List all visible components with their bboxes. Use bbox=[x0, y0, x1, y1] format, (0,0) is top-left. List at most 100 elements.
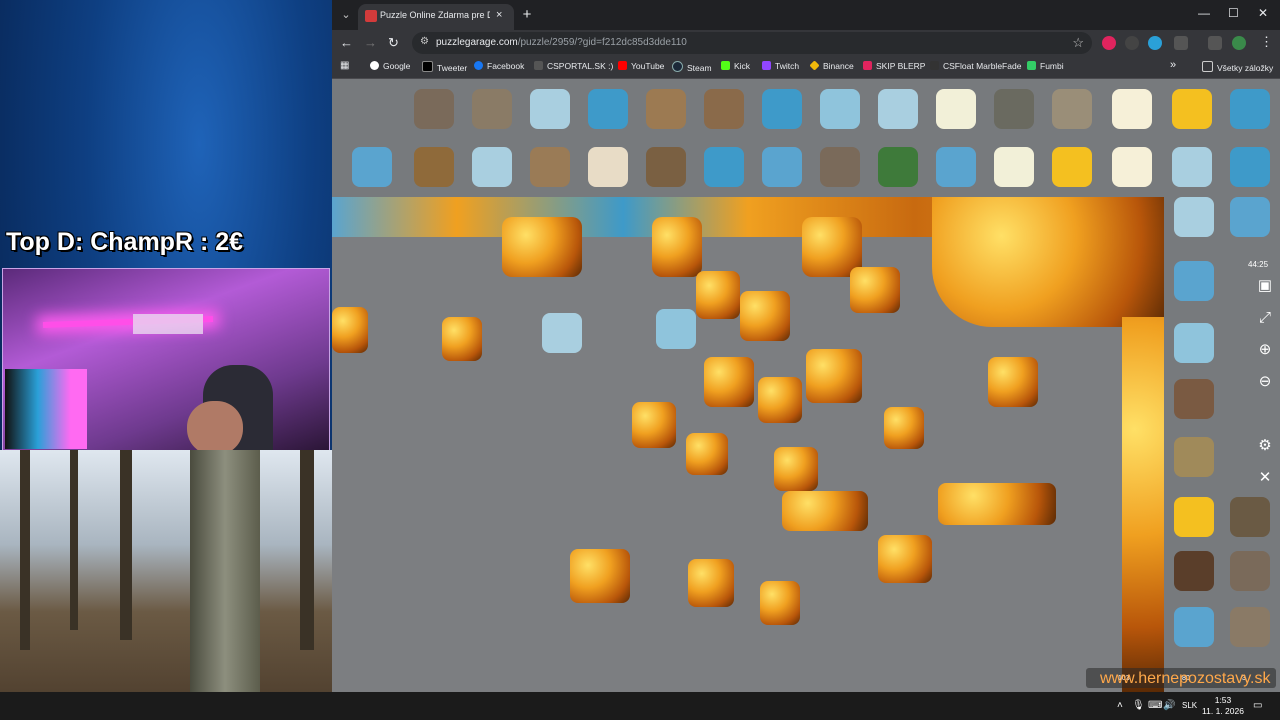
puzzle-piece[interactable] bbox=[414, 89, 454, 129]
all-bookmarks-button[interactable]: Všetky záložky bbox=[1202, 61, 1273, 73]
puzzle-piece[interactable] bbox=[646, 147, 686, 187]
puzzle-piece[interactable] bbox=[1174, 261, 1214, 301]
forward-button[interactable]: → bbox=[364, 35, 377, 50]
puzzle-piece[interactable] bbox=[1230, 147, 1270, 187]
puzzle-piece[interactable] bbox=[632, 402, 676, 448]
bookmark-facebook[interactable]: Facebook bbox=[474, 61, 524, 71]
puzzle-piece[interactable] bbox=[1230, 89, 1270, 129]
close-window-button[interactable]: ✕ bbox=[1258, 6, 1268, 20]
puzzle-piece[interactable] bbox=[878, 147, 918, 187]
bookmark-tweeter[interactable]: Tweeter bbox=[422, 61, 467, 73]
address-bar[interactable]: ⚙ puzzlegarage.com/puzzle/2959/?gid=f212… bbox=[412, 32, 1092, 54]
puzzle-piece[interactable] bbox=[530, 147, 570, 187]
puzzle-piece[interactable] bbox=[646, 89, 686, 129]
puzzle-piece[interactable] bbox=[740, 291, 790, 341]
puzzle-piece[interactable] bbox=[530, 89, 570, 129]
puzzle-piece[interactable] bbox=[686, 433, 728, 475]
puzzle-piece[interactable] bbox=[820, 89, 860, 129]
browser-menu-icon[interactable]: ⋮ bbox=[1260, 34, 1273, 50]
puzzle-piece[interactable] bbox=[588, 89, 628, 129]
bookmark-csportal[interactable]: CSPORTAL.SK :) bbox=[534, 61, 613, 71]
puzzle-piece[interactable] bbox=[1230, 497, 1270, 537]
zoom-in-icon[interactable]: ⊕ bbox=[1254, 339, 1276, 361]
profile-avatar[interactable] bbox=[1232, 36, 1246, 50]
settings-icon[interactable]: ⚙ bbox=[1254, 435, 1276, 457]
minimize-button[interactable]: — bbox=[1198, 6, 1210, 20]
puzzle-piece[interactable] bbox=[936, 89, 976, 129]
puzzle-piece[interactable] bbox=[1230, 551, 1270, 591]
puzzle-piece[interactable] bbox=[782, 491, 868, 531]
puzzle-piece[interactable] bbox=[442, 317, 482, 361]
bookmark-binance[interactable]: Binance bbox=[809, 60, 854, 71]
puzzle-piece[interactable] bbox=[704, 89, 744, 129]
puzzle-piece[interactable] bbox=[352, 147, 392, 187]
network-icon[interactable]: ⌨ bbox=[1148, 700, 1162, 711]
puzzle-piece[interactable] bbox=[1230, 197, 1270, 237]
puzzle-piece[interactable] bbox=[696, 271, 740, 319]
media-control-icon[interactable] bbox=[1208, 36, 1222, 50]
bookmark-kick[interactable]: Kick bbox=[721, 61, 750, 71]
assembled-cluster[interactable] bbox=[938, 483, 1056, 525]
puzzle-piece[interactable] bbox=[936, 147, 976, 187]
bookmark-csfloat[interactable]: CSFloat MarbleFade bbox=[930, 61, 1021, 71]
puzzle-piece[interactable] bbox=[414, 147, 454, 187]
puzzle-piece[interactable] bbox=[1112, 147, 1152, 187]
bookmark-steam[interactable]: Steam bbox=[672, 61, 712, 73]
puzzle-piece[interactable] bbox=[884, 407, 924, 449]
puzzle-piece[interactable] bbox=[1230, 607, 1270, 647]
fullscreen-icon[interactable]: ⤢ bbox=[1254, 307, 1276, 329]
reload-button[interactable]: ↻ bbox=[388, 35, 399, 51]
assembled-edge-right[interactable] bbox=[1122, 317, 1164, 692]
puzzle-piece[interactable] bbox=[758, 377, 802, 423]
puzzle-piece[interactable] bbox=[542, 313, 582, 353]
puzzle-piece[interactable] bbox=[570, 549, 630, 603]
puzzle-piece[interactable] bbox=[994, 147, 1034, 187]
puzzle-piece[interactable] bbox=[760, 581, 800, 625]
puzzle-canvas[interactable]: 44:25 ▣ ⤢ ⊕ ⊖ ⚙ ✕ 103 80 3 www.hernepozo… bbox=[332, 79, 1280, 692]
puzzle-piece[interactable] bbox=[988, 357, 1038, 407]
zoom-out-icon[interactable]: ⊖ bbox=[1254, 371, 1276, 393]
puzzle-piece[interactable] bbox=[1172, 147, 1212, 187]
bookmark-google[interactable]: Google bbox=[370, 61, 410, 71]
system-clock[interactable]: 1:53 11. 1. 2026 bbox=[1198, 695, 1248, 717]
puzzle-piece[interactable] bbox=[850, 267, 900, 313]
puzzle-piece[interactable] bbox=[1174, 197, 1214, 237]
puzzle-piece[interactable] bbox=[878, 535, 932, 583]
puzzle-piece[interactable] bbox=[704, 147, 744, 187]
bookmark-star-icon[interactable]: ☆ bbox=[1072, 35, 1084, 51]
puzzle-piece[interactable] bbox=[820, 147, 860, 187]
extension-icon[interactable] bbox=[1148, 36, 1162, 50]
bookmarks-overflow-button[interactable]: » bbox=[1170, 59, 1176, 71]
puzzle-piece[interactable] bbox=[332, 307, 368, 353]
extensions-puzzle-icon[interactable] bbox=[1174, 36, 1188, 50]
puzzle-piece[interactable] bbox=[774, 447, 818, 491]
assembled-corner[interactable] bbox=[932, 197, 1164, 327]
microphone-icon[interactable]: 🎙 bbox=[1132, 700, 1145, 711]
tab-puzzle[interactable]: Puzzle Online Zdarma pre Dosp × bbox=[358, 4, 514, 30]
assembled-cluster[interactable] bbox=[652, 217, 702, 277]
new-tab-button[interactable]: + bbox=[518, 6, 536, 23]
puzzle-piece[interactable] bbox=[704, 357, 754, 407]
tab-close-icon[interactable]: × bbox=[496, 9, 502, 21]
puzzle-piece[interactable] bbox=[806, 349, 862, 403]
puzzle-piece[interactable] bbox=[994, 89, 1034, 129]
close-icon[interactable]: ✕ bbox=[1254, 467, 1276, 489]
language-indicator[interactable]: SLK bbox=[1182, 701, 1197, 710]
puzzle-piece[interactable] bbox=[688, 559, 734, 607]
piece-tray-top[interactable] bbox=[332, 79, 1280, 197]
assembled-cluster[interactable] bbox=[502, 217, 582, 277]
tray-overflow-icon[interactable]: ˄ bbox=[1117, 700, 1123, 711]
puzzle-piece[interactable] bbox=[878, 89, 918, 129]
bookmark-skip-blerp[interactable]: SKIP BLERP bbox=[863, 61, 925, 71]
site-info-icon[interactable]: ⚙ bbox=[420, 36, 429, 47]
puzzle-piece[interactable] bbox=[656, 309, 696, 349]
extension-icon[interactable] bbox=[1102, 36, 1116, 50]
image-icon[interactable]: ▣ bbox=[1254, 275, 1276, 297]
puzzle-piece[interactable] bbox=[1174, 607, 1214, 647]
tab-search-icon[interactable]: ⌄ bbox=[338, 7, 354, 23]
extension-icon[interactable] bbox=[1125, 36, 1139, 50]
url-text[interactable]: puzzlegarage.com/puzzle/2959/?gid=f212dc… bbox=[436, 37, 687, 48]
bookmark-twitch[interactable]: Twitch bbox=[762, 61, 799, 71]
puzzle-board[interactable] bbox=[332, 197, 1164, 692]
puzzle-piece[interactable] bbox=[1174, 323, 1214, 363]
